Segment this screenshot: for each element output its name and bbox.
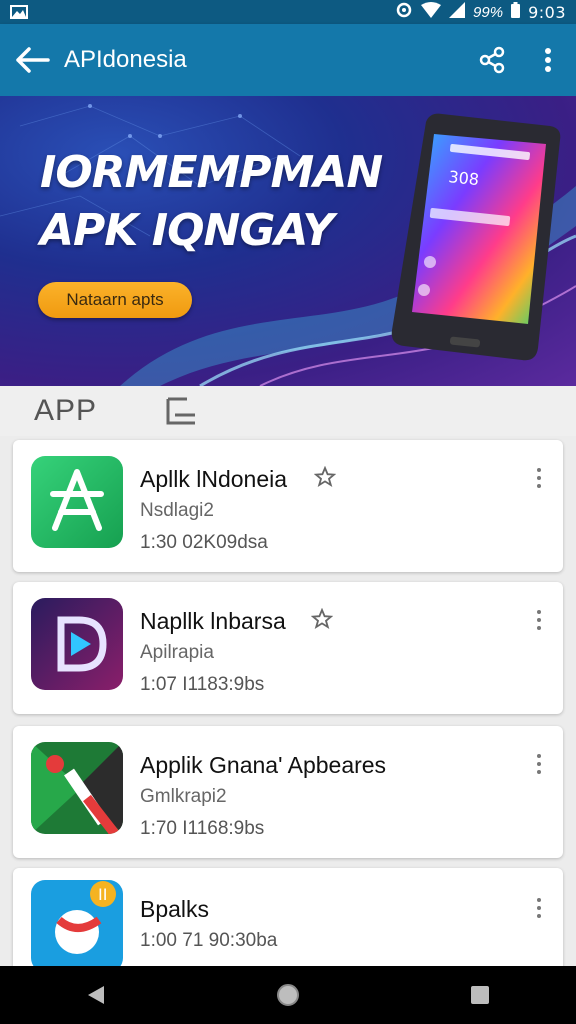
back-arrow-icon[interactable] — [0, 24, 64, 96]
system-nav-bar — [0, 966, 576, 1024]
purple-d-icon — [31, 598, 123, 690]
more-vert-icon[interactable] — [529, 896, 549, 920]
phone-screen-text: 308 — [448, 167, 480, 189]
home-circle-icon[interactable] — [258, 966, 318, 1024]
app-meta: 1:00 71 90:30ba — [140, 930, 278, 951]
app-meta: 1:07 I1183:9bs — [140, 674, 265, 695]
more-vert-icon[interactable] — [520, 24, 576, 96]
app-name: Bpalks — [140, 896, 210, 922]
app-name: Apllk lNdoneia — [140, 466, 288, 492]
green-x-icon — [31, 742, 123, 834]
app-name: Applik Gnana' Apbeares — [140, 752, 387, 778]
app-list-item[interactable]: Applik Gnana' Apbeares Gmlkrapi2 1:70 I1… — [13, 726, 563, 858]
banner-headline: IORMEMPMAN APK IQNGAY — [40, 144, 383, 260]
blue-badge-icon: II — [31, 880, 123, 972]
app-list-item[interactable]: Napllk lnbarsa Apilrapia 1:07 I1183:9bs — [13, 582, 563, 714]
star-icon[interactable] — [314, 466, 336, 488]
signal-icon — [449, 1, 466, 23]
app-category: Gmlkrapi2 — [140, 786, 227, 807]
page-title: APIdonesia — [64, 46, 187, 73]
promo-banner[interactable]: IORMEMPMAN APK IQNGAY Nataarn apts 308 — [0, 96, 576, 386]
smartphone-illustration: 308 — [391, 113, 561, 361]
tab-bar: APP — [0, 386, 576, 436]
share-icon[interactable] — [464, 24, 520, 96]
svg-text:II: II — [98, 885, 107, 904]
clock: 9:03 — [528, 2, 566, 22]
app-list-item[interactable]: Apllk lNdoneia Nsdlagi2 1:30 02K09dsa — [13, 440, 563, 572]
banner-headline-line1: IORMEMPMAN — [40, 147, 383, 198]
app-category: Nsdlagi2 — [140, 500, 214, 521]
more-vert-icon[interactable] — [529, 466, 549, 490]
app-meta: 1:70 I1168:9bs — [140, 818, 265, 839]
battery-percent: 99% — [473, 3, 504, 21]
app-category: Apilrapia — [140, 642, 214, 663]
more-vert-icon[interactable] — [529, 608, 549, 632]
gallery-notification-icon — [10, 4, 30, 20]
app-meta: 1:30 02K09dsa — [140, 532, 268, 553]
sync-icon — [395, 1, 413, 24]
wifi-icon — [421, 1, 442, 23]
app-bar: APIdonesia — [0, 24, 576, 96]
recents-square-icon[interactable] — [450, 966, 510, 1024]
star-icon[interactable] — [311, 608, 333, 630]
green-a-icon — [31, 456, 123, 548]
battery-icon — [511, 1, 521, 23]
app-name: Napllk lnbarsa — [140, 608, 286, 634]
back-triangle-icon[interactable] — [66, 966, 126, 1024]
status-bar: 99% 9:03 — [0, 0, 576, 24]
more-vert-icon[interactable] — [529, 752, 549, 776]
banner-headline-line2: APK IQNGAY — [40, 205, 334, 256]
list-icon[interactable] — [165, 394, 199, 428]
tab-app[interactable]: APP — [34, 394, 97, 428]
banner-cta-button[interactable]: Nataarn apts — [38, 282, 192, 318]
